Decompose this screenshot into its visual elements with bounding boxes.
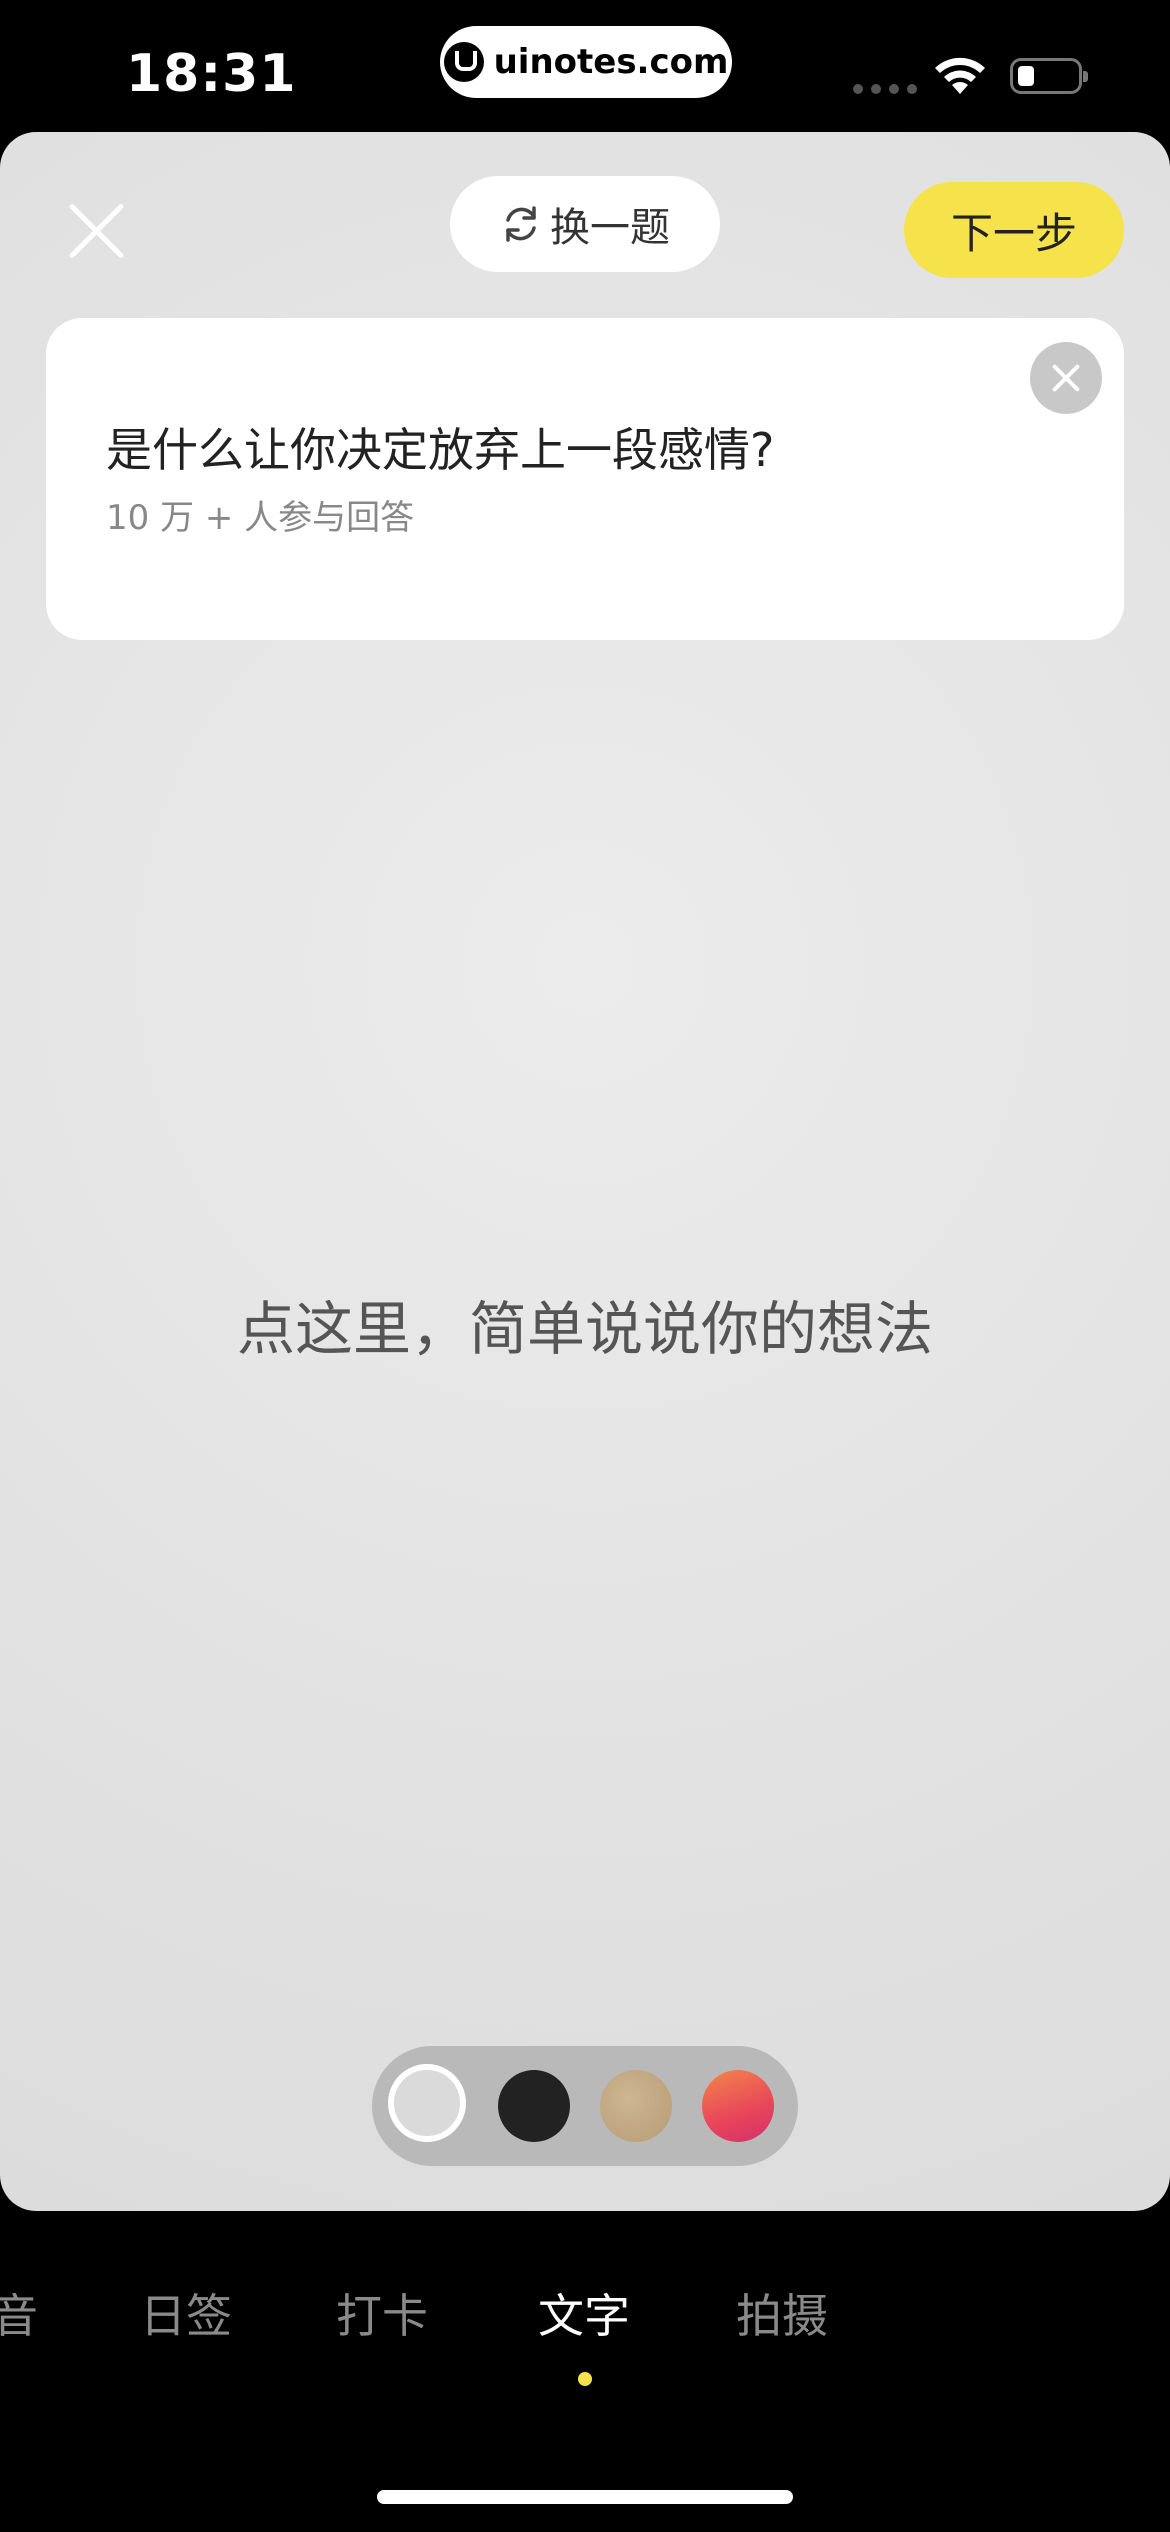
screen: 18:31 uinotes.com 换一题 下一步 是什么让你决定放弃上一段感情… [0,0,1170,2532]
question-card[interactable]: 是什么让你决定放弃上一段感情? 10 万 + 人参与回答 [46,318,1124,640]
status-bar: 18:31 uinotes.com [0,0,1170,130]
mode-tab-bar: 音 日签 打卡 文字 拍摄 [0,2280,1170,2400]
url-text: uinotes.com [493,42,729,82]
tab-camera[interactable]: 拍摄 [736,2280,828,2346]
refresh-icon [506,206,536,242]
wifi-icon [935,57,985,94]
swatch-gradient[interactable] [702,2070,774,2142]
swatch-white[interactable] [388,2064,466,2142]
close-icon[interactable] [68,202,126,260]
background-color-picker [372,2046,798,2166]
cellular-signal-icon [853,84,917,94]
editor-canvas[interactable]: 换一题 下一步 是什么让你决定放弃上一段感情? 10 万 + 人参与回答 点这里… [0,132,1170,2211]
switch-question-label: 换一题 [550,205,670,251]
next-step-button[interactable]: 下一步 [904,182,1124,278]
home-indicator[interactable] [377,2490,793,2504]
question-text: 是什么让你决定放弃上一段感情? [106,423,775,477]
url-pill[interactable]: uinotes.com [440,26,732,98]
active-tab-indicator [578,2372,592,2386]
switch-question-button[interactable]: 换一题 [450,176,720,272]
text-input-placeholder[interactable]: 点这里，简单说说你的想法 [0,1282,1170,1366]
participants-count: 10 万 + 人参与回答 [106,498,415,538]
card-close-icon[interactable] [1030,342,1102,414]
tab-checkin[interactable]: 打卡 [336,2280,428,2346]
tab-text[interactable]: 文字 [538,2280,630,2346]
swatch-black[interactable] [498,2070,570,2142]
tab-daily-sign[interactable]: 日签 [140,2280,232,2346]
tab-audio[interactable]: 音 [0,2280,38,2346]
site-logo-icon [443,42,484,82]
status-time: 18:31 [126,44,297,104]
battery-icon [1010,58,1088,94]
swatch-tan[interactable] [600,2070,672,2142]
